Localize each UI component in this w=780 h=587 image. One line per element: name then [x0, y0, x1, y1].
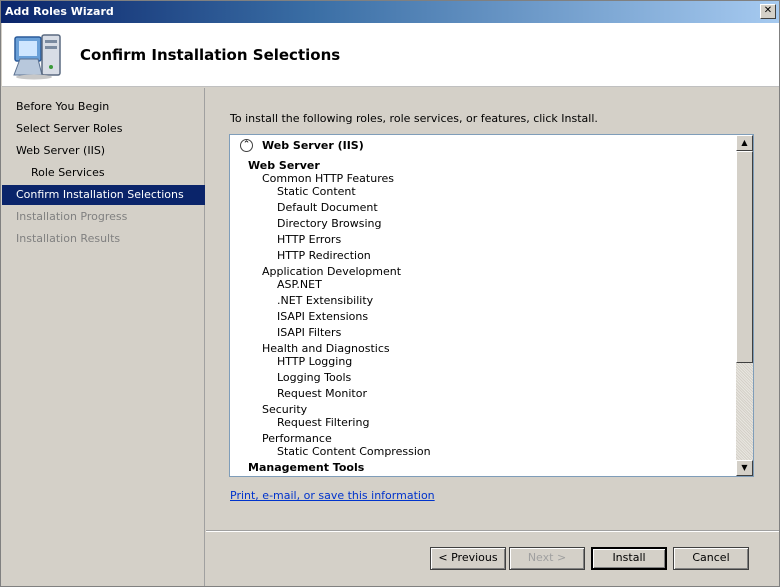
vertical-scrollbar[interactable]: ▲ ▼ — [736, 135, 753, 476]
role-service-item: Directory Browsing — [277, 217, 382, 230]
role-service-item: Static Content — [277, 185, 356, 198]
selections-list: ⌃ Web Server (IIS) Web Server Common HTTP… — [230, 135, 737, 476]
role-group-label: Management Tools — [248, 461, 365, 474]
page-title: Confirm Installation Selections — [80, 46, 341, 64]
role-service-item: Default Document — [277, 201, 378, 214]
role-service-item: Static Content Compression — [277, 445, 431, 458]
wizard-content: To install the following roles, role ser… — [206, 88, 779, 530]
scroll-thumb[interactable] — [736, 151, 753, 363]
print-email-save-link[interactable]: Print, e-mail, or save this information — [230, 489, 435, 502]
role-service-item: ISAPI Extensions — [277, 310, 369, 323]
next-button: Next > — [509, 547, 585, 570]
title-bar[interactable]: Add Roles Wizard ✕ — [1, 1, 779, 23]
wizard-window: Add Roles Wizard ✕ Confirm Installation … — [0, 0, 780, 587]
nav-item-installation-results: Installation Results — [16, 232, 121, 245]
role-service-item: HTTP Errors — [277, 233, 342, 246]
role-service-item: .NET Extensibility — [277, 294, 374, 307]
instruction-text: To install the following roles, role ser… — [230, 112, 598, 125]
nav-item-web-server-iis[interactable]: Web Server (IIS) — [2, 141, 205, 161]
nav-item-confirm-installation-selections[interactable]: Confirm Installation Selections — [2, 185, 205, 205]
role-service-item: Logging Tools — [277, 371, 352, 384]
role-service-item: HTTP Redirection — [277, 249, 371, 262]
scroll-up-icon[interactable]: ▲ — [736, 135, 753, 151]
role-service-item: Request Monitor — [277, 387, 367, 400]
computer-roles-icon — [13, 34, 61, 80]
selections-listbox[interactable]: ⌃ Web Server (IIS) Web Server Common HTTP… — [229, 134, 754, 477]
role-service-item: Request Filtering — [277, 416, 370, 429]
role-service-item: ISAPI Filters — [277, 326, 342, 339]
close-icon[interactable]: ✕ — [760, 4, 776, 19]
scroll-down-icon[interactable]: ▼ — [736, 460, 753, 476]
collapse-icon[interactable]: ⌃ — [240, 139, 253, 152]
nav-item-before-you-begin[interactable]: Before You Begin — [2, 97, 205, 117]
nav-item-installation-progress: Installation Progress — [16, 210, 128, 223]
role-header-title: Web Server (IIS) — [262, 139, 364, 152]
nav-item-select-server-roles[interactable]: Select Server Roles — [2, 119, 205, 139]
cancel-button[interactable]: Cancel — [673, 547, 749, 570]
role-service-item: HTTP Logging — [277, 355, 353, 368]
install-button[interactable]: Install — [591, 547, 667, 570]
nav-item-role-services[interactable]: Role Services — [2, 163, 205, 183]
role-service-item: ASP.NET — [277, 278, 322, 291]
wizard-footer: < Previous Next > Install Cancel — [206, 532, 779, 586]
previous-button[interactable]: < Previous — [430, 547, 506, 570]
wizard-header: Confirm Installation Selections — [2, 23, 779, 87]
window-title: Add Roles Wizard — [5, 5, 114, 18]
wizard-steps-nav: Before You Begin Select Server Roles Web… — [2, 88, 205, 586]
